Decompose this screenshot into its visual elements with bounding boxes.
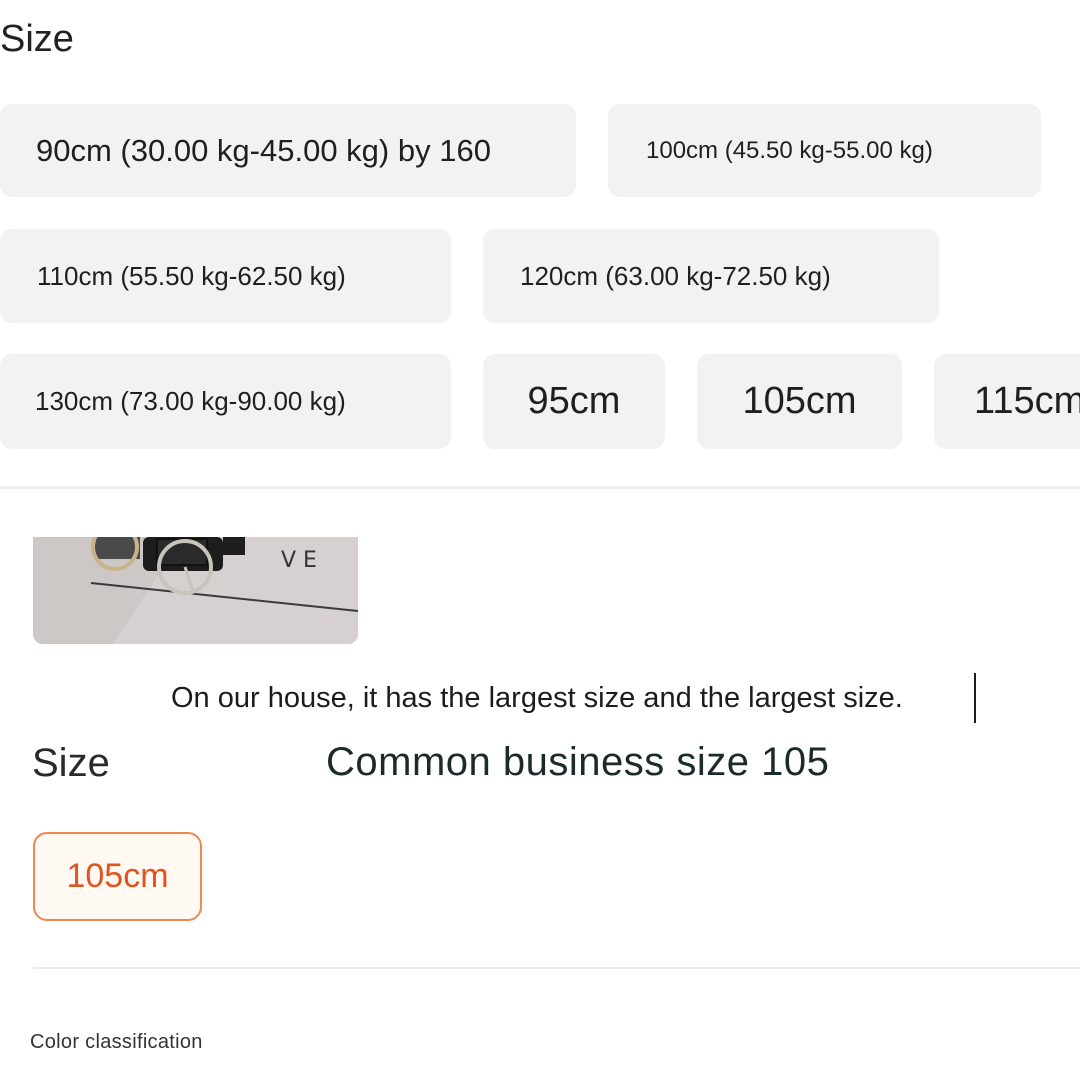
- selected-size-label: 105cm: [66, 857, 169, 895]
- size-option-90cm[interactable]: 90cm (30.00 kg-45.00 kg) by 160: [0, 104, 576, 197]
- size-option-130cm[interactable]: 130cm (73.00 kg-90.00 kg): [0, 354, 451, 449]
- size-section-title: Size: [0, 18, 74, 60]
- image-caption-line2: Common business size 105: [326, 740, 830, 784]
- section-divider: [0, 486, 1080, 489]
- size-option-label: 120cm (63.00 kg-72.50 kg): [520, 260, 831, 291]
- image-caption-line1: On our house, it has the largest size an…: [166, 673, 976, 723]
- size-option-label: 100cm (45.50 kg-55.00 kg): [646, 136, 933, 164]
- size-option-105cm[interactable]: 105cm: [697, 354, 902, 449]
- photo-letters: V E: [281, 548, 317, 573]
- selected-size-option-105cm[interactable]: 105cm: [33, 832, 202, 921]
- image-caption-size-label: Size: [32, 741, 110, 785]
- size-option-115cm[interactable]: 115cm: [934, 354, 1080, 449]
- size-option-110cm[interactable]: 110cm (55.50 kg-62.50 kg): [0, 229, 451, 323]
- section-divider: [33, 967, 1080, 969]
- size-option-label: 95cm: [527, 380, 621, 422]
- size-option-100cm[interactable]: 100cm (45.50 kg-55.00 kg): [608, 104, 1041, 197]
- size-option-label: 105cm: [742, 380, 857, 422]
- size-option-120cm[interactable]: 120cm (63.00 kg-72.50 kg): [483, 229, 939, 323]
- size-option-label: 90cm (30.00 kg-45.00 kg) by 160: [36, 132, 491, 168]
- caption-text: On our house, it has the largest size an…: [171, 681, 903, 714]
- size-option-label: 115cm: [974, 380, 1080, 422]
- size-option-95cm[interactable]: 95cm: [483, 354, 665, 449]
- size-option-label: 110cm (55.50 kg-62.50 kg): [37, 260, 346, 291]
- size-option-label: 130cm (73.00 kg-90.00 kg): [35, 386, 346, 416]
- belt-buckle-image: V E: [33, 537, 358, 644]
- product-photo: V E: [33, 537, 358, 644]
- color-classification-title: Color classification: [30, 1031, 203, 1053]
